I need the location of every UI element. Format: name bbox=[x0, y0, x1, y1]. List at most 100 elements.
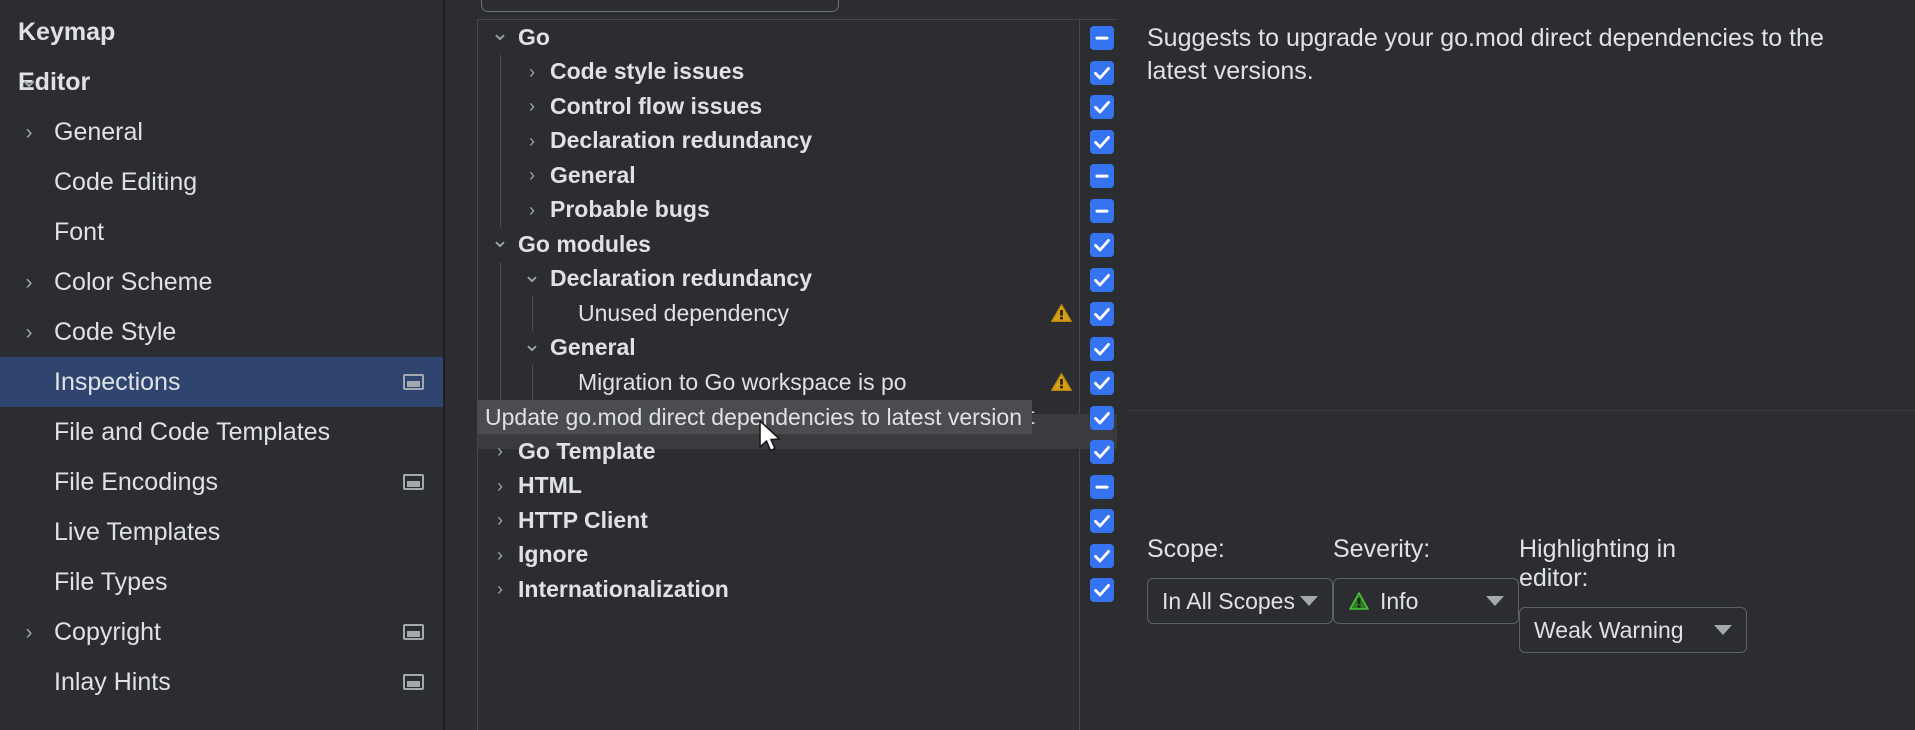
inspection-checkbox[interactable] bbox=[1090, 544, 1114, 568]
chevron-right-icon[interactable]: › bbox=[490, 477, 510, 495]
tree-guide-line bbox=[500, 124, 501, 159]
inspection-checkbox[interactable] bbox=[1090, 440, 1114, 464]
sidebar-item-file-types[interactable]: File Types bbox=[0, 557, 444, 607]
inspection-checkbox[interactable] bbox=[1090, 199, 1114, 223]
scope-select[interactable]: In All Scopes bbox=[1147, 578, 1333, 624]
tree-row[interactable]: ›Probable bugs bbox=[478, 193, 1117, 228]
sidebar-item-editor[interactable]: ⌄Editor bbox=[0, 57, 444, 107]
inspection-checkbox[interactable] bbox=[1090, 164, 1114, 188]
settings-dialog: Keymap⌄Editor›GeneralCode EditingFont›Co… bbox=[0, 0, 1915, 730]
chevron-down-icon[interactable]: ⌄ bbox=[490, 229, 510, 251]
inspection-checkbox[interactable] bbox=[1090, 371, 1114, 395]
inspection-checkbox[interactable] bbox=[1090, 337, 1114, 361]
inspection-checkbox[interactable] bbox=[1090, 578, 1114, 602]
sidebar-item-file-and-code-templates[interactable]: File and Code Templates bbox=[0, 407, 444, 457]
sidebar-item-font[interactable]: Font bbox=[0, 207, 444, 257]
highlighting-group: Highlighting in editor: Weak Warning bbox=[1519, 535, 1747, 653]
warning-triangle-icon bbox=[1050, 372, 1073, 392]
tree-row-label: Go modules bbox=[518, 231, 651, 258]
inspection-checkbox[interactable] bbox=[1090, 302, 1114, 326]
chevron-right-icon[interactable]: › bbox=[18, 322, 40, 343]
chevron-down-icon[interactable]: ⌄ bbox=[522, 264, 542, 286]
row-text-tooltip: Update go.mod direct dependencies to lat… bbox=[477, 400, 1032, 434]
sidebar-item-general[interactable]: ›General bbox=[0, 107, 444, 157]
sidebar-item-code-style[interactable]: ›Code Style bbox=[0, 307, 444, 357]
sidebar-item-copyright[interactable]: ›Copyright bbox=[0, 607, 444, 657]
configurable-marker-icon bbox=[403, 474, 424, 490]
chevron-right-icon[interactable]: › bbox=[522, 97, 542, 115]
sidebar-item-live-templates[interactable]: Live Templates bbox=[0, 507, 444, 557]
chevron-right-icon[interactable]: › bbox=[18, 122, 40, 143]
chevron-down-icon[interactable]: ⌄ bbox=[490, 22, 510, 44]
sidebar-item-label: Inspections bbox=[0, 368, 180, 397]
inspection-checkbox[interactable] bbox=[1090, 130, 1114, 154]
sidebar-item-color-scheme[interactable]: ›Color Scheme bbox=[0, 257, 444, 307]
chevron-right-icon[interactable]: › bbox=[490, 511, 510, 529]
sidebar-item-file-encodings[interactable]: File Encodings bbox=[0, 457, 444, 507]
tree-row[interactable]: ›HTTP Client bbox=[478, 503, 1117, 538]
chevron-right-icon[interactable]: › bbox=[522, 132, 542, 150]
tree-row[interactable]: ›Internationalization bbox=[478, 572, 1117, 607]
sidebar-item-label: Live Templates bbox=[0, 518, 220, 547]
tree-row[interactable]: ⌄General bbox=[478, 331, 1117, 366]
highlighting-select[interactable]: Weak Warning bbox=[1519, 607, 1747, 653]
tree-row-label: Go Template bbox=[518, 438, 656, 465]
inspection-checkbox[interactable] bbox=[1090, 268, 1114, 292]
chevron-down-icon bbox=[1300, 596, 1318, 606]
tree-row[interactable]: ›Code style issues bbox=[478, 55, 1117, 90]
sidebar-item-keymap[interactable]: Keymap bbox=[0, 7, 444, 57]
chevron-right-icon[interactable]: › bbox=[522, 166, 542, 184]
chevron-right-icon[interactable]: › bbox=[490, 442, 510, 460]
sidebar-item-label: Editor bbox=[0, 68, 90, 97]
chevron-down-icon[interactable]: ⌄ bbox=[522, 333, 542, 355]
mouse-cursor bbox=[758, 420, 784, 461]
sidebar-item-code-editing[interactable]: Code Editing bbox=[0, 157, 444, 207]
tree-row[interactable]: ›Control flow issues bbox=[478, 89, 1117, 124]
inspection-tree[interactable]: ⌄ Go ›Code style issues›Control flow issue… bbox=[477, 19, 1117, 730]
inspection-description: Suggests to upgrade your go.mod direct d… bbox=[1147, 22, 1887, 89]
tree-row[interactable]: ›Ignore bbox=[478, 538, 1117, 573]
inspection-checkbox[interactable] bbox=[1090, 233, 1114, 257]
chevron-right-icon[interactable]: › bbox=[490, 580, 510, 598]
tree-guide-line bbox=[500, 296, 501, 331]
chevron-right-icon[interactable]: › bbox=[490, 546, 510, 564]
tree-guide-line bbox=[532, 296, 533, 331]
chevron-right-icon[interactable]: › bbox=[522, 63, 542, 81]
tree-row[interactable]: ›Declaration redundancy bbox=[478, 124, 1117, 159]
tree-guide-line bbox=[500, 158, 501, 193]
tree-row[interactable]: Unused dependency bbox=[478, 296, 1117, 331]
tree-row[interactable]: ⌄Declaration redundancy bbox=[478, 262, 1117, 297]
inspection-checkbox[interactable] bbox=[1090, 26, 1114, 50]
tree-row[interactable]: › Go Template bbox=[478, 434, 1117, 469]
tree-row-label: General bbox=[550, 162, 636, 189]
inspection-search-input[interactable] bbox=[481, 0, 839, 12]
configurable-marker-icon bbox=[403, 624, 424, 640]
warning-triangle-icon bbox=[1050, 303, 1073, 323]
sidebar-item-inlay-hints[interactable]: Inlay Hints bbox=[0, 657, 444, 707]
tree-row[interactable]: Migration to Go workspace is po bbox=[478, 365, 1117, 400]
sidebar-item-label: Font bbox=[0, 218, 104, 247]
inspection-checkbox[interactable] bbox=[1090, 61, 1114, 85]
chevron-right-icon[interactable]: › bbox=[522, 201, 542, 219]
chevron-right-icon[interactable]: › bbox=[18, 622, 40, 643]
chevron-right-icon[interactable]: › bbox=[18, 272, 40, 293]
sidebar-item-inspections[interactable]: Inspections bbox=[0, 357, 444, 407]
tree-row[interactable]: ⌄ Go bbox=[478, 20, 1117, 55]
tree-row[interactable]: › General bbox=[478, 158, 1117, 193]
tree-row[interactable]: ⌄ Go modules bbox=[478, 227, 1117, 262]
chevron-down-icon[interactable]: ⌄ bbox=[18, 65, 40, 91]
inspection-checkbox[interactable] bbox=[1090, 406, 1114, 430]
severity-select[interactable]: Info bbox=[1333, 578, 1519, 624]
severity-label: Severity: bbox=[1333, 535, 1519, 564]
inspection-options: Scope: In All Scopes Severity: bbox=[1147, 535, 1747, 653]
tree-row-label: HTML bbox=[518, 472, 582, 499]
tree-row-label: Go bbox=[518, 24, 550, 51]
inspection-checkbox[interactable] bbox=[1090, 475, 1114, 499]
inspection-checkbox[interactable] bbox=[1090, 509, 1114, 533]
settings-sidebar[interactable]: Keymap⌄Editor›GeneralCode EditingFont›Co… bbox=[0, 0, 444, 730]
scope-group: Scope: In All Scopes bbox=[1147, 535, 1333, 653]
inspection-checkbox[interactable] bbox=[1090, 95, 1114, 119]
configurable-marker-icon bbox=[403, 374, 424, 390]
tree-row[interactable]: › HTML bbox=[478, 469, 1117, 504]
inspection-detail-panel: Suggests to upgrade your go.mod direct d… bbox=[1128, 0, 1915, 730]
